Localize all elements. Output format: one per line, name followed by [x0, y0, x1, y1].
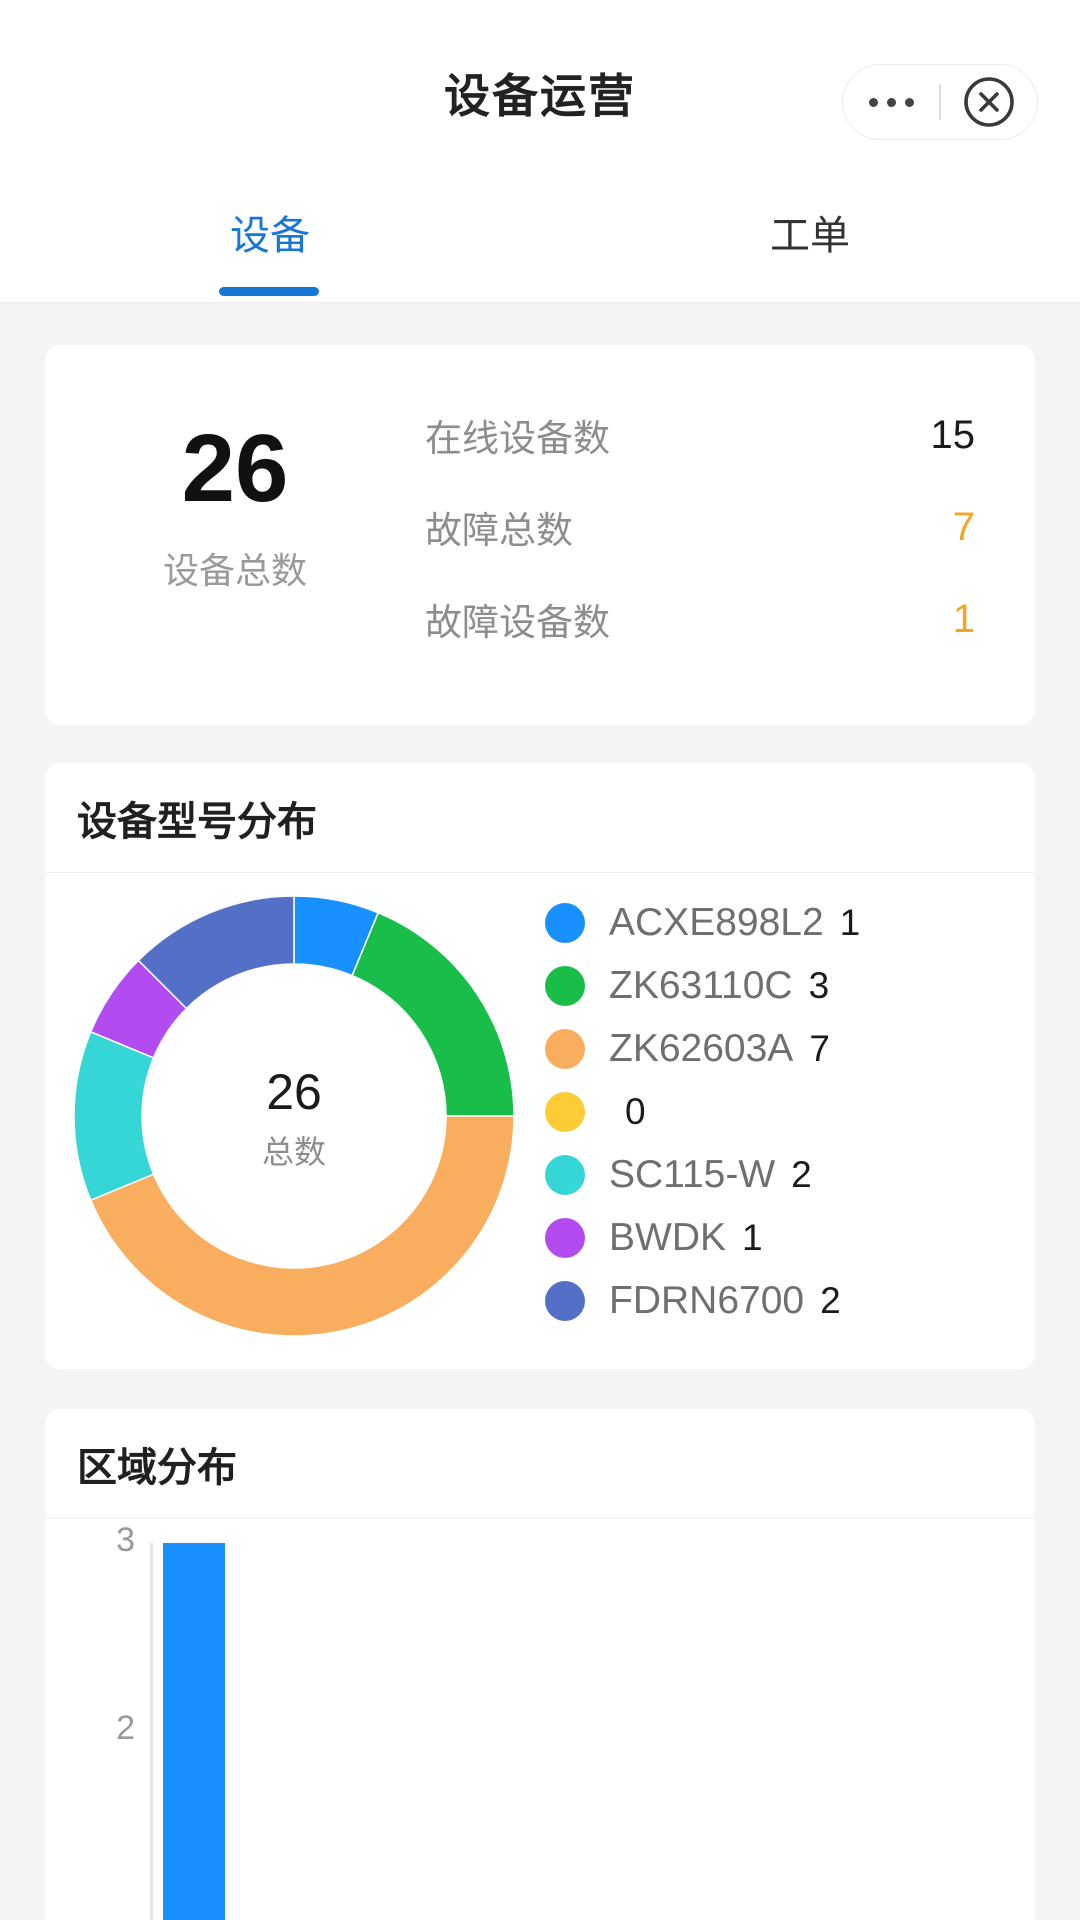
stat-label: 故障总数 — [425, 510, 573, 551]
app-root: 设备运营 设备 工单 26 设备总数 在线设备数 15 故障总数 7 故障设备数… — [0, 0, 1080, 1920]
miniprogram-capsule — [842, 64, 1038, 140]
legend-color-dot — [545, 1280, 585, 1321]
legend-item-value: 0 — [625, 1090, 646, 1132]
stat-row-online: 在线设备数 15 — [425, 389, 1005, 481]
region-bar-chart[interactable]: 32 — [45, 1521, 1035, 1920]
legend-item-value: 7 — [809, 1027, 830, 1069]
stat-row-fault-devices: 故障设备数 1 — [425, 573, 1005, 665]
legend-item-value: 1 — [742, 1216, 763, 1258]
stat-value: 1 — [952, 596, 975, 641]
legend-item-label: FDRN6700 — [609, 1278, 805, 1322]
legend-item[interactable]: FDRN6700 2 — [545, 1269, 1015, 1332]
summary-card: 26 设备总数 在线设备数 15 故障总数 7 故障设备数 1 — [45, 345, 1035, 725]
model-distribution-header: 设备型号分布 — [45, 763, 1035, 873]
ellipsis-icon-dot — [868, 97, 878, 107]
legend-color-dot — [545, 965, 585, 1006]
donut-center-caption: 总数 — [261, 1134, 326, 1170]
stat-label: 在线设备数 — [425, 418, 610, 459]
legend-color-dot — [545, 1028, 585, 1069]
legend-item-value: 2 — [791, 1153, 812, 1195]
bar-chart-y-axis: 32 — [45, 1521, 135, 1920]
model-distribution-title: 设备型号分布 — [77, 799, 317, 844]
donut-center-value: 26 — [266, 1064, 322, 1120]
page-body: 26 设备总数 在线设备数 15 故障总数 7 故障设备数 1 设备型号分布 2… — [0, 303, 1080, 1920]
region-distribution-card: 区域分布 32 — [45, 1409, 1035, 1920]
legend-item-label: ZK62603A — [609, 1026, 794, 1070]
more-menu-button[interactable] — [843, 97, 939, 107]
ellipsis-icon-dot — [904, 97, 914, 107]
legend-item-value: 1 — [839, 901, 861, 943]
legend-item[interactable]: ZK62603A 7 — [545, 1017, 1015, 1080]
legend-item-value: 2 — [820, 1279, 841, 1321]
summary-stat-list: 在线设备数 15 故障总数 7 故障设备数 1 — [425, 389, 1005, 665]
stat-row-fault-total: 故障总数 7 — [425, 481, 1005, 573]
total-devices-label: 设备总数 — [162, 549, 307, 591]
bar-chart-axis-line — [150, 1543, 153, 1920]
bar-chart-y-tick: 2 — [116, 1709, 135, 1747]
legend-color-dot — [545, 1154, 585, 1195]
navigation-bar: 设备运营 — [0, 0, 1080, 160]
legend-color-dot — [545, 1091, 585, 1132]
stat-value: 15 — [930, 412, 976, 457]
legend-item-value: 3 — [808, 964, 830, 1006]
donut-center-label: 26 总数 — [59, 1067, 529, 1173]
donut-chart[interactable]: 26 总数 — [59, 881, 529, 1351]
bar-chart-bar[interactable] — [163, 1543, 225, 1920]
close-button[interactable] — [941, 75, 1037, 129]
model-distribution-card: 设备型号分布 26 总数 ACXE898L2 1 ZK63110C 3 ZK62603A… — [45, 763, 1035, 1369]
legend-item[interactable]: SC115-W 2 — [545, 1143, 1015, 1206]
tab-workorders-label: 工单 — [770, 213, 850, 258]
legend-item-label: ACXE898L2 — [609, 900, 824, 944]
legend-item[interactable]: ZK63110C 3 — [545, 954, 1015, 1017]
tab-active-indicator — [219, 287, 319, 296]
stat-value: 7 — [952, 504, 975, 549]
bar-chart-y-tick: 3 — [116, 1521, 135, 1559]
tab-workorders[interactable]: 工单 — [540, 160, 1080, 303]
legend-color-dot — [545, 902, 585, 943]
donut-legend: ACXE898L2 1 ZK63110C 3 ZK62603A 7 0 SC115-W 2 BWD… — [545, 891, 1015, 1332]
legend-item[interactable]: BWDK 1 — [545, 1206, 1015, 1269]
legend-color-dot — [545, 1217, 585, 1258]
tab-devices-label: 设备 — [230, 213, 310, 258]
tab-devices[interactable]: 设备 — [0, 160, 540, 303]
stat-label: 故障设备数 — [425, 602, 610, 643]
region-distribution-title: 区域分布 — [77, 1445, 237, 1490]
legend-item-label: ZK63110C — [609, 963, 793, 1007]
ellipsis-icon-dot — [886, 97, 896, 107]
total-devices-block: 26 设备总数 — [45, 415, 425, 594]
legend-item[interactable]: 0 — [545, 1080, 1015, 1143]
close-circle-icon — [962, 75, 1016, 129]
legend-item-label: BWDK — [609, 1215, 726, 1259]
legend-item-label: SC115-W — [609, 1152, 776, 1196]
region-distribution-header: 区域分布 — [45, 1409, 1035, 1519]
legend-item[interactable]: ACXE898L2 1 — [545, 891, 1015, 954]
tab-bar: 设备 工单 — [0, 160, 1080, 303]
total-devices-value: 26 — [181, 415, 289, 522]
